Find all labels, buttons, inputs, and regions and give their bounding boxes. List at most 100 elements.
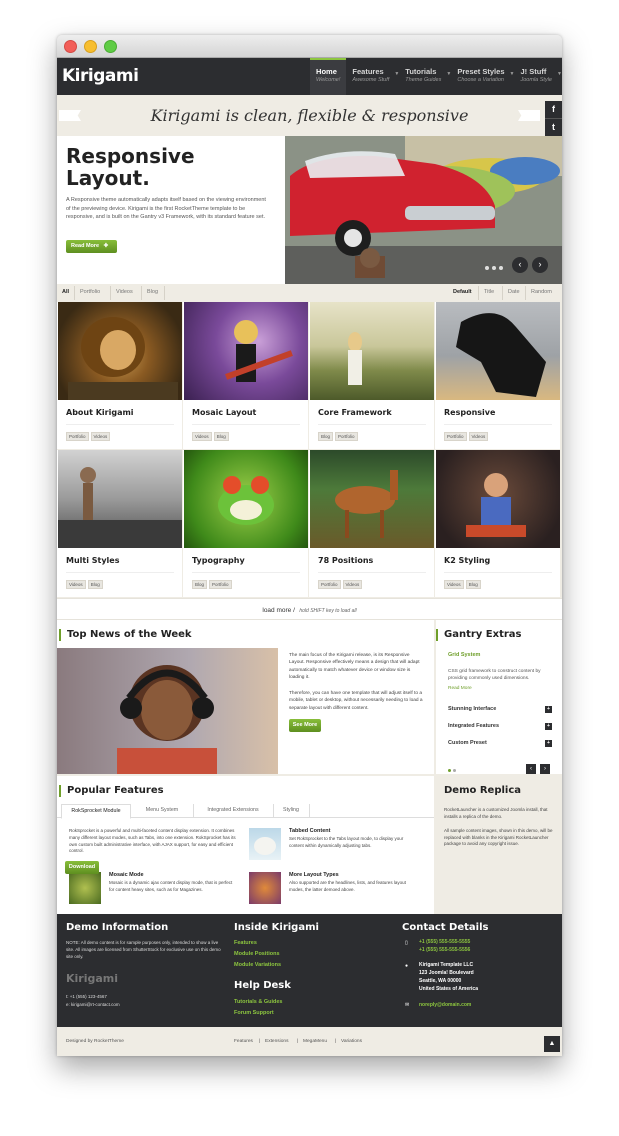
tag[interactable]: Portfolio [444, 432, 467, 441]
grid-item-title[interactable]: K2 Styling [444, 556, 490, 565]
showcase-next-button[interactable]: › [532, 257, 548, 273]
tag[interactable]: Videos [192, 432, 212, 441]
grid-item[interactable]: 78 Positions Portfolio Videos [309, 450, 434, 597]
bottom-bar: Designed by RocketTheme Features | Exten… [57, 1027, 562, 1056]
plus-icon[interactable]: + [545, 740, 552, 747]
tagline-text: Kirigami is clean, flexible & responsive [150, 106, 469, 125]
read-more-button[interactable]: Read More ✚ [66, 240, 117, 253]
bottom-link-features[interactable]: Features [234, 1039, 253, 1044]
sort-title[interactable]: Title [484, 289, 494, 295]
tag[interactable]: Blog [318, 432, 334, 441]
grid-item-title[interactable]: Multi Styles [66, 556, 119, 565]
close-window-button[interactable] [64, 40, 77, 53]
footer-link-module-positions[interactable]: Module Positions [234, 951, 280, 957]
gantry-active-title[interactable]: Grid System [448, 652, 480, 658]
tag[interactable]: Videos [468, 432, 489, 441]
designed-by[interactable]: Designed by RocketTheme [66, 1039, 124, 1044]
showcase-title: Responsive Layout. [66, 145, 195, 189]
pager-dot[interactable] [492, 266, 496, 270]
pager-dot[interactable] [453, 769, 456, 772]
filter-all[interactable]: All [62, 289, 69, 295]
filter-blog[interactable]: Blog [147, 289, 158, 295]
footer-link-features[interactable]: Features [234, 940, 257, 946]
footer-link-tutorials[interactable]: Tutorials & Guides [234, 999, 283, 1005]
grid-item[interactable]: Mosaic Layout Videos Blog [183, 302, 308, 449]
footer-logo[interactable]: Kirigami [66, 972, 118, 985]
gantry-prev-button[interactable]: ‹ [526, 764, 536, 774]
tag[interactable]: Portfolio [66, 432, 89, 441]
tab-integrated-extensions[interactable]: Integrated Extensions [193, 804, 274, 817]
grid-item-title[interactable]: 78 Positions [318, 556, 373, 565]
plus-icon[interactable]: + [545, 706, 552, 713]
footer-link-module-variations[interactable]: Module Variations [234, 962, 281, 968]
tab-styling[interactable]: Styling [273, 804, 310, 817]
minimize-window-button[interactable] [84, 40, 97, 53]
load-more-bar[interactable]: load more / hold SHIFT key to load all [57, 598, 562, 620]
see-more-button[interactable]: See More [289, 719, 321, 732]
bottom-link-extensions[interactable]: Extensions [265, 1039, 288, 1044]
site-logo[interactable]: Kirigami [62, 66, 139, 86]
contact-email[interactable]: noreply@domain.com [419, 1002, 471, 1008]
grid-item-title[interactable]: About Kirigami [66, 408, 134, 417]
grid-item-title[interactable]: Core Framework [318, 408, 392, 417]
gantry-active-body: CSS grid framework to construct content … [448, 669, 541, 682]
filter-portfolio[interactable]: Portfolio [80, 289, 100, 295]
tag[interactable]: Portfolio [209, 580, 232, 589]
nav-tutorials[interactable]: Tutorials Theme Guides ▼ [399, 58, 451, 95]
tag[interactable]: Blog [465, 580, 481, 589]
download-button[interactable]: Download [65, 861, 99, 874]
load-more-label[interactable]: load more / [262, 607, 295, 614]
footer-link-forum[interactable]: Forum Support [234, 1010, 274, 1016]
tab-menu-system[interactable]: Menu System [131, 804, 194, 817]
tag[interactable]: Portfolio [335, 432, 358, 441]
tag[interactable]: Portfolio [318, 580, 341, 589]
tag[interactable]: Blog [213, 432, 229, 441]
grid-item-title[interactable]: Mosaic Layout [192, 408, 256, 417]
grid-item-title[interactable]: Typography [192, 556, 245, 565]
zoom-window-button[interactable] [104, 40, 117, 53]
footer-email[interactable]: e: kirigami@rt-contact.com [66, 1002, 120, 1007]
tab-roksprocket[interactable]: RokSprocket Module [61, 804, 131, 819]
filter-videos[interactable]: Videos [116, 289, 133, 295]
nav-preset-styles[interactable]: Preset Styles Choose a Variation ▼ [451, 58, 514, 95]
grid-item-title[interactable]: Responsive [444, 408, 495, 417]
nav-home[interactable]: Home Welcome! [310, 58, 347, 95]
gantry-next-button[interactable]: › [540, 764, 550, 774]
sort-default[interactable]: Default [453, 289, 472, 295]
twitter-icon[interactable]: t [545, 119, 562, 137]
pager-dot[interactable] [448, 769, 451, 772]
bottom-link-megamenu[interactable]: MegaMenu [303, 1039, 327, 1044]
grid-item[interactable]: K2 Styling Videos Blog [435, 450, 560, 597]
sort-date[interactable]: Date [508, 289, 520, 295]
divider [318, 424, 426, 425]
nav-features[interactable]: Features Awesome Stuff ▼ [346, 58, 399, 95]
tag[interactable]: Videos [342, 580, 363, 589]
tag[interactable]: Videos [444, 580, 464, 589]
grid-item[interactable]: Core Framework Blog Portfolio [309, 302, 434, 449]
gantry-item[interactable]: Stunning Interface + [448, 706, 552, 713]
back-to-top-button[interactable]: ▲ [544, 1036, 560, 1052]
nav-label: Features [352, 67, 384, 76]
gantry-read-more-link[interactable]: Read More [448, 686, 472, 691]
pager-dot[interactable] [499, 266, 503, 270]
bottom-link-variations[interactable]: Variations [341, 1039, 362, 1044]
facebook-icon[interactable]: f [545, 101, 562, 119]
tag[interactable]: Blog [87, 580, 103, 589]
pager-dot[interactable] [485, 266, 489, 270]
sort-random[interactable]: Random [531, 289, 552, 295]
showcase-prev-button[interactable]: ‹ [512, 257, 528, 273]
grid-item[interactable]: Typography Blog Portfolio [183, 450, 308, 597]
tag[interactable]: Videos [66, 580, 86, 589]
grid-item[interactable]: Multi Styles Videos Blog [57, 450, 182, 597]
grid-item[interactable]: Responsive Portfolio Videos [435, 302, 560, 449]
gantry-item[interactable]: Integrated Features + [448, 723, 552, 730]
grid-item[interactable]: About Kirigami Portfolio Videos [57, 302, 182, 449]
feature-title: More Layout Types [289, 872, 339, 878]
news-paragraph-2: Therefore, you can have one template tha… [289, 691, 423, 711]
nav-j-stuff[interactable]: J! Stuff Joomla Style ▼ [515, 58, 563, 95]
plus-icon[interactable]: + [545, 723, 552, 730]
tag[interactable]: Videos [90, 432, 111, 441]
location-pin-icon: ● [405, 963, 409, 969]
gantry-item[interactable]: Custom Preset + [448, 740, 552, 747]
tag[interactable]: Blog [192, 580, 208, 589]
